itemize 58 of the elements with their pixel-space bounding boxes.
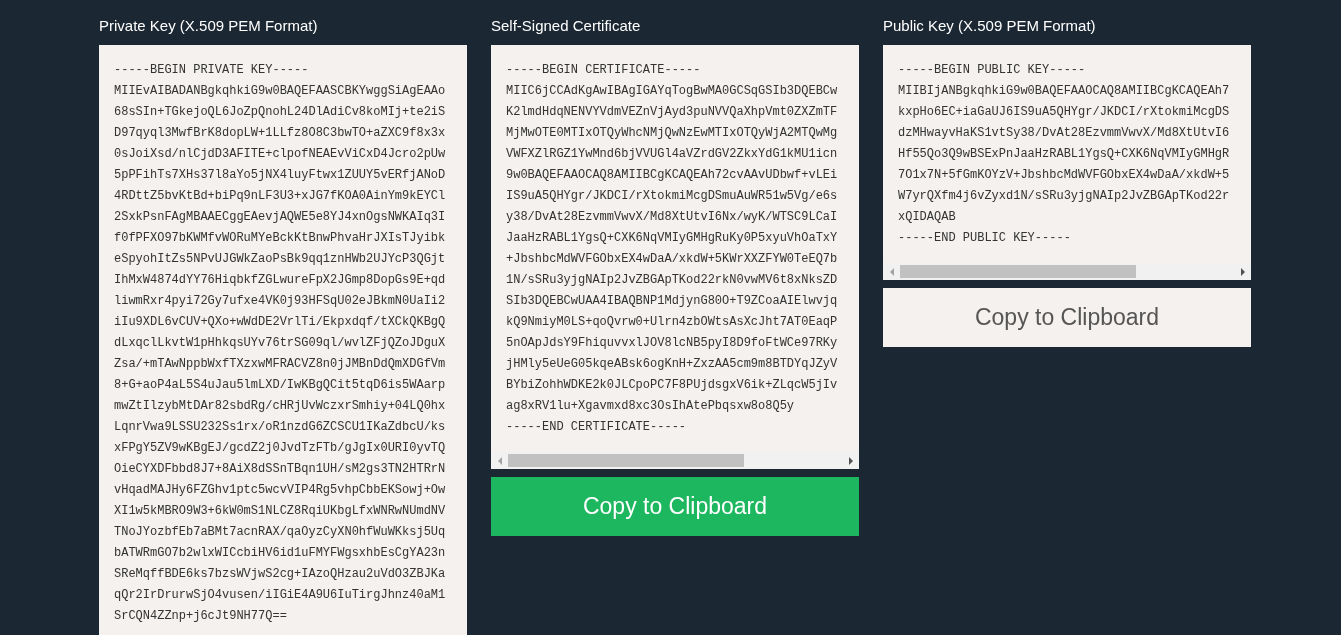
panel-title: Public Key (X.509 PEM Format) xyxy=(883,16,1097,36)
code-line: kQ9NmiyM0LS+qoQvrw0+Ulrn4zbOWtsAsXcJht7AT0EaqP xyxy=(506,314,838,331)
code-line: MIIEvAIBADANBgkqhkiG9w0BAQEFAASCBKYwggSiAgEAAo xyxy=(114,83,446,100)
code-line: xQIDAQAB xyxy=(898,209,956,226)
code-line: Zsa/+mTAwNppbWxfTXzxwMFRACVZ8n0jJMBnDdQmXDGfVm xyxy=(114,356,446,373)
code-line: dLxqclLkvtW1pHhkqsUYv76trSG09ql/wvlZFjQZoJDguX xyxy=(114,335,446,352)
code-line: MIIBIjANBgkqhkiG9w0BAQEFAAOCAQ8AMIIBCgKCAQEAh7 xyxy=(898,83,1230,100)
code-line: 1N/sSRu3yjgNAIp2JvZBGApTKod22rkN0vwMV6t8xNksZD xyxy=(506,272,838,289)
code-line: kxpHo6EC+iaGaUJ6IS9uA5QHYgr/JKDCI/rXtokmiMcgDS xyxy=(898,104,1230,121)
code-line: LqnrVwa9LSSU232Ss1rx/oR1nzdG6ZCSCU1IKaZdbcU/ks xyxy=(114,419,446,436)
code-line: 9w0BAQEFAAOCAQ8AMIIBCgKCAQEAh72cvAAvUDbwf+vLEi xyxy=(506,167,838,184)
panel-title: Private Key (X.509 PEM Format) xyxy=(99,16,319,36)
code-line: SrCQN4ZZnp+j6cJt9NH77Q== xyxy=(114,608,287,625)
code-line: IS9uA5QHYgr/JKDCI/rXtokmiMcgDSmuAuWR51w5Vg/e6s xyxy=(506,188,838,205)
code-line: SIb3DQEBCwUAA4IBAQBNP1MdjynG80O+T9ZCoaAIElwvjq xyxy=(506,293,838,310)
code-line: vHqadMAJHy6FZGhv1ptc5wcvVIP4Rg5vhpCbbEKSowj+Ow xyxy=(114,482,446,499)
code-line: xFPgY5ZV9wKBgEJ/gcdZ2j0JvdTzFTb/gJgIx0URI0yvTQ xyxy=(114,440,446,457)
code-line: D97qyql3MwfBrK8dopLW+1LLfz8O8C3bwTO+aZXC9f8x3x xyxy=(114,125,446,142)
code-line: qQr2IrDrurwSjO4vusen/iIGiE4A9U6IuTirgJhnz40aM1 xyxy=(114,587,446,604)
code-line: y38/DvAt28EzvmmVwvX/Md8XtUtvI6Nx/wyK/WTSC9LCaI xyxy=(506,209,838,226)
code-line: -----BEGIN CERTIFICATE----- xyxy=(506,62,701,79)
code-line: MIIC6jCCAdKgAwIBAgIGAYqTogBwMA0GCSqGSIb3DQEBCw xyxy=(506,83,838,100)
code-line: 68sSIn+TGkejoQL6JoZpQnohL24DlAdiCv8koMIj+te2iS xyxy=(114,104,446,121)
code-line: TNoJYozbfEb7aBMt7acnRAX/qaOyzCyXN0hfWuWKksj5Uq xyxy=(114,524,446,541)
code-line: -----END CERTIFICATE----- xyxy=(506,419,687,436)
code-line: iIu9XDL6vCUV+QXo+wWdDE2VrlTi/Ekpxdqf/tXCkQKBgQ xyxy=(114,314,446,331)
code-line: OieCYXDFbbd8J7+8AiX8dSSnTBqn1UH/sM2gs3TN2HTRrN xyxy=(114,461,446,478)
code-line: W7yrQXfm4j6vZyxd1N/sSRu3yjgNAIp2JvZBGApTKod22r xyxy=(898,188,1230,205)
code-line: 7O1x7N+5fGmKOYzV+JbshbcMdWVFGObxEX4wDaA/xkdW+5 xyxy=(898,167,1230,184)
code-line: 4RDttZ5bvKtBd+biPq9nLF3U3+xJG7fKOA0AinYm9kEYCl xyxy=(114,188,446,205)
code-line: MjMwOTE0MTIxOTQyWhcNMjQwNzEwMTIxOTQyWjA2MTQwMg xyxy=(506,125,838,142)
panel-title: Self-Signed Certificate xyxy=(491,16,642,36)
code-line: bATWRmGO7b2wlxWICcbiHV6id1uFMYFWgsxhbEsCgYA23n xyxy=(114,545,446,562)
code-line: 5pPFihTs7XHs37l8aYo5jNX4luyFtwx1ZUUY5vERfjANoD xyxy=(114,167,446,184)
code-line: mwZtIlzybMtDAr82sbdRg/cHRjUvWczxrSmhiy+04LQ0hx xyxy=(114,398,446,415)
code-line: liwmRxr4pyi72Gy7ufxe4VK0j93HFSqU02eJBkmN0UaIi2 xyxy=(114,293,446,310)
code-line: eSpyohItZs5NPvUJGWkZaoPsBk9qq1znHWb2UJYcP3QGjt xyxy=(114,251,446,268)
code-line: 0sJoiXsd/nlCjdD3AFITE+clpofNEAEvViCxD4Jcro2pUw xyxy=(114,146,446,163)
code-line: JaaHzRABL1YgsQ+CXK6NqVMIyGMHgRuKy0P5xyuVhOaTxY xyxy=(506,230,838,247)
code-line: 2SxkPsnFAgMBAAECggEAevjAQWE5e8YJ4xnOgsNWKAIq3I xyxy=(114,209,446,226)
code-line: -----BEGIN PRIVATE KEY----- xyxy=(114,62,309,79)
code-line: dzMHwayvHaKS1vtSy38/DvAt28EzvmmVwvX/Md8XtUtvI6 xyxy=(898,125,1230,142)
code-line: 8+G+aoP4aL5S4uJau5lmLXD/IwKBgQCit5tqD6is5WAarp xyxy=(114,377,446,394)
copy-button[interactable]: Copy to Clipboard xyxy=(883,288,1251,347)
code-line: K2lmdHdqNENVYVdmVEZnVjAyd3puNVVQaXhpVmt0ZXZmTF xyxy=(506,104,838,121)
code-line: IhMxW4874dYY76HiqbkfZGLwureFpX2JGmp8DopGs9E+qd xyxy=(114,272,446,289)
code-line: jHMly5eUeG05kqeABsk6ogKnH+ZxzAA5cm9m8BTDYqJZyV xyxy=(506,356,838,373)
code-line: Hf55Qo3Q9wBSExPnJaaHzRABL1YgsQ+CXK6NqVMIyGMHgR xyxy=(898,146,1230,163)
code-line: BYbiZohhWDKE2k0JLCpoPC7F8PUjdsgxV6ik+ZLqcW5jIv xyxy=(506,377,838,394)
code-line: ag8xRV1lu+Xgavmxd8xc3OsIhAtePbqsxw8o8Q5y xyxy=(506,398,795,415)
code-line: f0fPFXO97bKWMfvWORuMYeBckKtBnwPhvaHrJXIsTJyibk xyxy=(114,230,446,247)
code-line: SReMqffBDE6ks7bzsWVjwS2cg+IAzoQHzau2uVdO3ZBJKa xyxy=(114,566,446,583)
code-line: +JbshbcMdWVFGObxEX4wDaA/xkdW+5KWrXXZFYW0TeEQ7b xyxy=(506,251,838,268)
code-line: XI1w5kMBRO9W3+6kW0mS1NLCZ8RqiUKbgLfxWNRwNUmdNV xyxy=(114,503,446,520)
code-line: -----BEGIN PUBLIC KEY----- xyxy=(898,62,1086,79)
code-line: -----END PUBLIC KEY----- xyxy=(898,230,1071,247)
code-line: 5nOApJdsY9FhiquvvxlJOV8lcNB5pyI8D9foFtWCe97RKy xyxy=(506,335,838,352)
code-line: VWFXZlRGZ1YwMnd6bjVVUGl4aVZrdGV2ZkxYdG1kMU1icn xyxy=(506,146,838,163)
